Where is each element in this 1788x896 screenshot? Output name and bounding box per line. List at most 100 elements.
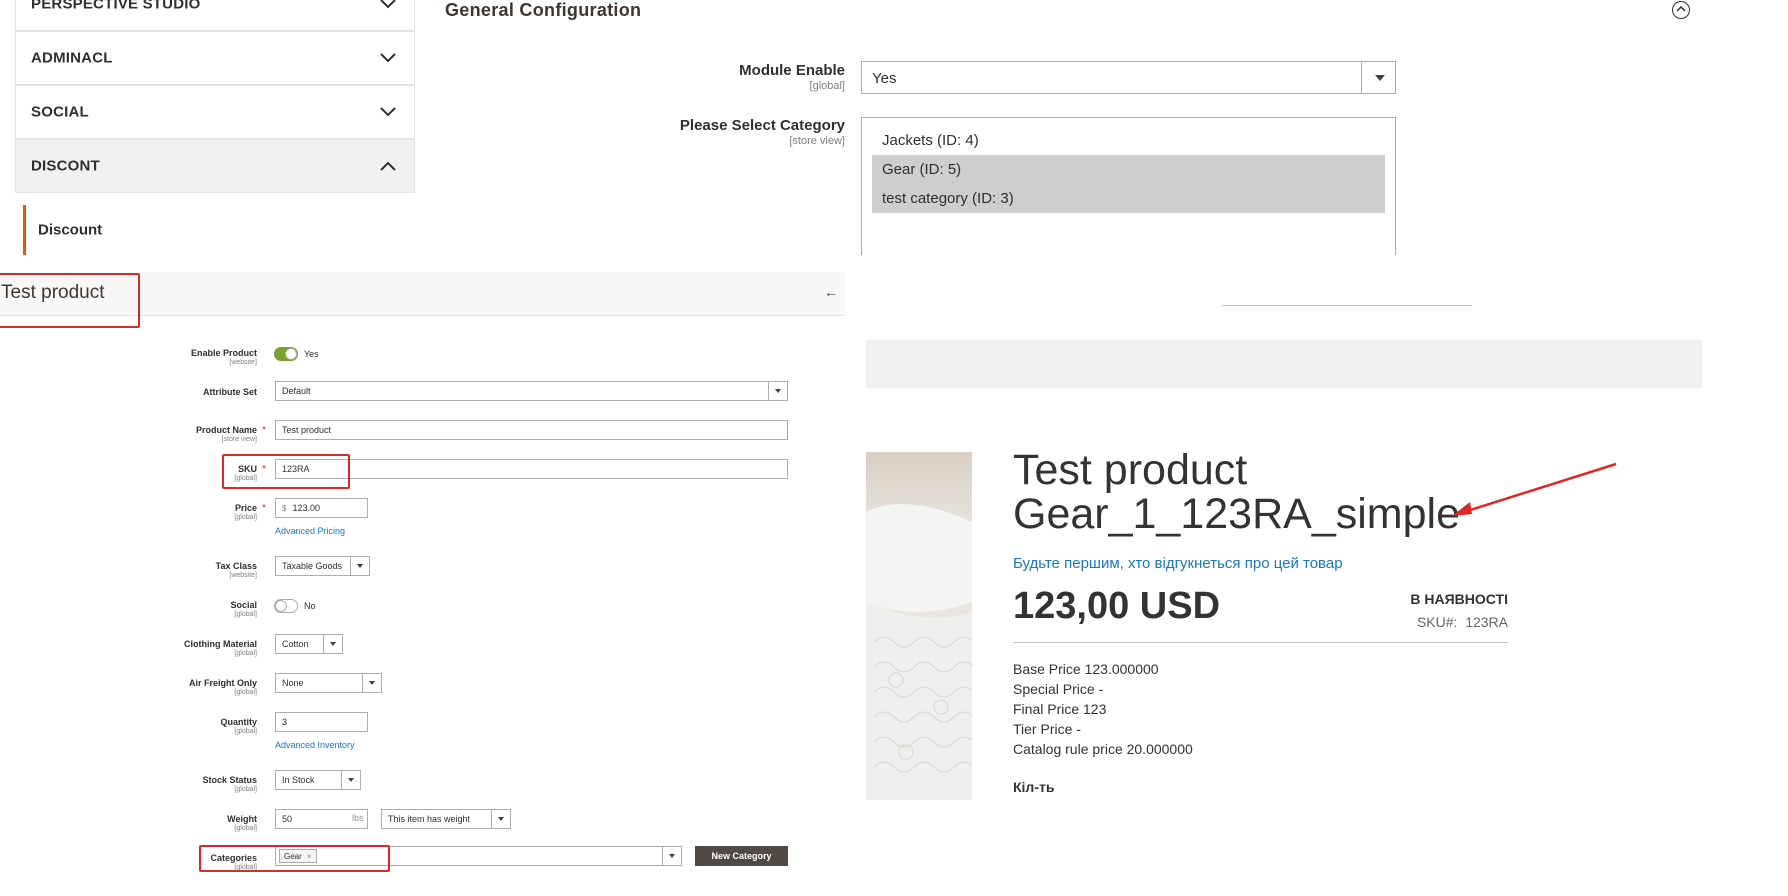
price-info-line: Tier Price - bbox=[1013, 721, 1081, 737]
dropdown-arrow-icon bbox=[662, 847, 681, 865]
toggle-knob bbox=[285, 348, 297, 360]
sidebar-item-label: Discount bbox=[38, 221, 103, 239]
chevron-up-icon bbox=[380, 161, 396, 171]
chevron-down-icon bbox=[380, 53, 396, 63]
currency-symbol: $ bbox=[282, 504, 287, 513]
product-title-line: Test product bbox=[1013, 446, 1248, 494]
toggle-knob bbox=[275, 600, 287, 612]
product-title-line: Gear_1_123RA_simple bbox=[1013, 490, 1460, 538]
section-discont[interactable]: DISCONT bbox=[15, 139, 415, 193]
section-label: PERSPECTIVE STUDIO bbox=[31, 0, 201, 13]
chevron-down-icon bbox=[380, 107, 396, 117]
arrow-left-icon[interactable]: ← bbox=[824, 284, 838, 300]
quantity-scope: [global] bbox=[234, 728, 257, 735]
first-review-link[interactable]: Будьте першим, хто відгукнеться про цей … bbox=[1013, 555, 1343, 572]
social-scope: [global] bbox=[234, 611, 257, 618]
clothing-material-value: Cotton bbox=[282, 639, 309, 649]
sku-label: SKU#: bbox=[1416, 614, 1458, 630]
bedding-photo bbox=[866, 452, 972, 800]
category-option-selected[interactable]: test category (ID: 3) bbox=[872, 184, 1385, 213]
sidebar-item-discount[interactable]: Discount bbox=[23, 205, 415, 255]
category-option-selected[interactable]: Gear (ID: 5) bbox=[872, 155, 1385, 184]
section-perspective-studio[interactable]: PERSPECTIVE STUDIO bbox=[15, 0, 415, 31]
section-adminacl[interactable]: ADMINACL bbox=[15, 31, 415, 85]
breadcrumb-band bbox=[866, 340, 1702, 388]
section-social[interactable]: SOCIAL bbox=[15, 85, 415, 139]
product-name-scope: [store view] bbox=[221, 436, 257, 443]
price-input[interactable]: $123.00 bbox=[275, 498, 368, 518]
module-enable-select[interactable]: Yes bbox=[861, 61, 1396, 94]
attribute-set-select[interactable]: Default bbox=[275, 381, 788, 401]
product-title: Test product Gear_1_123RA_simple bbox=[1013, 448, 1460, 536]
price-scope: [global] bbox=[234, 514, 257, 521]
dropdown-arrow-icon bbox=[1361, 62, 1395, 93]
product-name-label: Product Name bbox=[195, 425, 257, 435]
attribute-set-value: Default bbox=[282, 386, 311, 396]
chevron-down-icon bbox=[380, 0, 396, 9]
sku-input[interactable]: 123RA bbox=[275, 459, 788, 479]
enable-product-scope: [website] bbox=[229, 359, 257, 366]
product-price: 123,00 USD bbox=[1013, 585, 1221, 627]
social-label: Social bbox=[230, 600, 257, 610]
advanced-inventory-link[interactable]: Advanced Inventory bbox=[275, 740, 355, 750]
product-sku: SKU#: 123RA bbox=[1417, 614, 1508, 630]
category-multiselect[interactable]: Jackets (ID: 4) Gear (ID: 5) test catego… bbox=[861, 117, 1396, 255]
module-enable-label: Module Enable bbox=[739, 62, 845, 79]
enable-product-value: Yes bbox=[304, 349, 319, 359]
clothing-material-label: Clothing Material bbox=[183, 639, 257, 649]
dropdown-arrow-icon bbox=[323, 635, 342, 653]
category-scope: [store view] bbox=[789, 135, 845, 147]
stock-status-select[interactable]: In Stock bbox=[275, 770, 361, 790]
highlight-box-categories bbox=[199, 845, 390, 872]
attribute-set-label: Attribute Set bbox=[203, 387, 257, 397]
section-label: DISCONT bbox=[31, 157, 100, 175]
price-info-line: Catalog rule price 20.000000 bbox=[1013, 741, 1193, 757]
dropdown-arrow-icon bbox=[768, 382, 787, 400]
air-freight-select[interactable]: None bbox=[275, 673, 382, 693]
price-label: Price bbox=[234, 503, 257, 513]
weight-label: Weight bbox=[227, 814, 257, 824]
sku-value: 123RA bbox=[1465, 614, 1508, 630]
stock-status-label: Stock Status bbox=[202, 775, 257, 785]
tax-class-select[interactable]: Taxable Goods bbox=[275, 556, 370, 576]
group-title[interactable]: General Configuration bbox=[445, 0, 641, 21]
enable-product-toggle[interactable] bbox=[274, 347, 298, 361]
dropdown-arrow-icon bbox=[350, 557, 369, 575]
price-info-line: Base Price 123.000000 bbox=[1013, 661, 1159, 677]
section-label: ADMINACL bbox=[31, 49, 113, 67]
weight-unit: lbs bbox=[352, 813, 364, 823]
weight-type-value: This item has weight bbox=[388, 814, 471, 824]
weight-type-select[interactable]: This item has weight bbox=[381, 809, 511, 829]
tax-class-scope: [website] bbox=[229, 572, 257, 579]
advanced-pricing-link[interactable]: Advanced Pricing bbox=[275, 526, 345, 536]
social-value: No bbox=[304, 601, 316, 611]
category-label: Please Select Category bbox=[679, 117, 845, 134]
price-info-line: Special Price - bbox=[1013, 681, 1104, 697]
collapse-icon[interactable] bbox=[1672, 1, 1690, 19]
air-freight-scope: [global] bbox=[234, 689, 257, 696]
qty-label: Кіл-ть bbox=[1013, 779, 1055, 795]
dropdown-arrow-icon bbox=[341, 771, 360, 789]
category-option[interactable]: Jackets (ID: 4) bbox=[872, 126, 1385, 155]
product-name-input[interactable]: Test product bbox=[275, 420, 788, 440]
product-image[interactable] bbox=[866, 452, 972, 800]
section-label: SOCIAL bbox=[31, 103, 89, 121]
new-category-button[interactable]: New Category bbox=[695, 846, 788, 866]
divider bbox=[1013, 642, 1508, 643]
tax-class-label: Tax Class bbox=[215, 561, 257, 571]
clothing-material-select[interactable]: Cotton bbox=[275, 634, 343, 654]
enable-product-label: Enable Product bbox=[190, 348, 257, 358]
air-freight-label: Air Freight Only bbox=[188, 678, 257, 688]
tax-class-value: Taxable Goods bbox=[282, 561, 343, 571]
stock-status-scope: [global] bbox=[234, 786, 257, 793]
divider bbox=[1222, 305, 1472, 306]
stock-status-value: In Stock bbox=[282, 775, 315, 785]
price-value: 123.00 bbox=[292, 503, 320, 513]
dropdown-arrow-icon bbox=[362, 674, 381, 692]
dropdown-arrow-icon bbox=[491, 810, 510, 828]
required-mark: * bbox=[262, 503, 266, 514]
social-toggle[interactable] bbox=[274, 599, 298, 613]
annotation-arrow-icon bbox=[1452, 462, 1617, 516]
air-freight-value: None bbox=[282, 678, 304, 688]
quantity-input[interactable]: 3 bbox=[275, 712, 368, 732]
